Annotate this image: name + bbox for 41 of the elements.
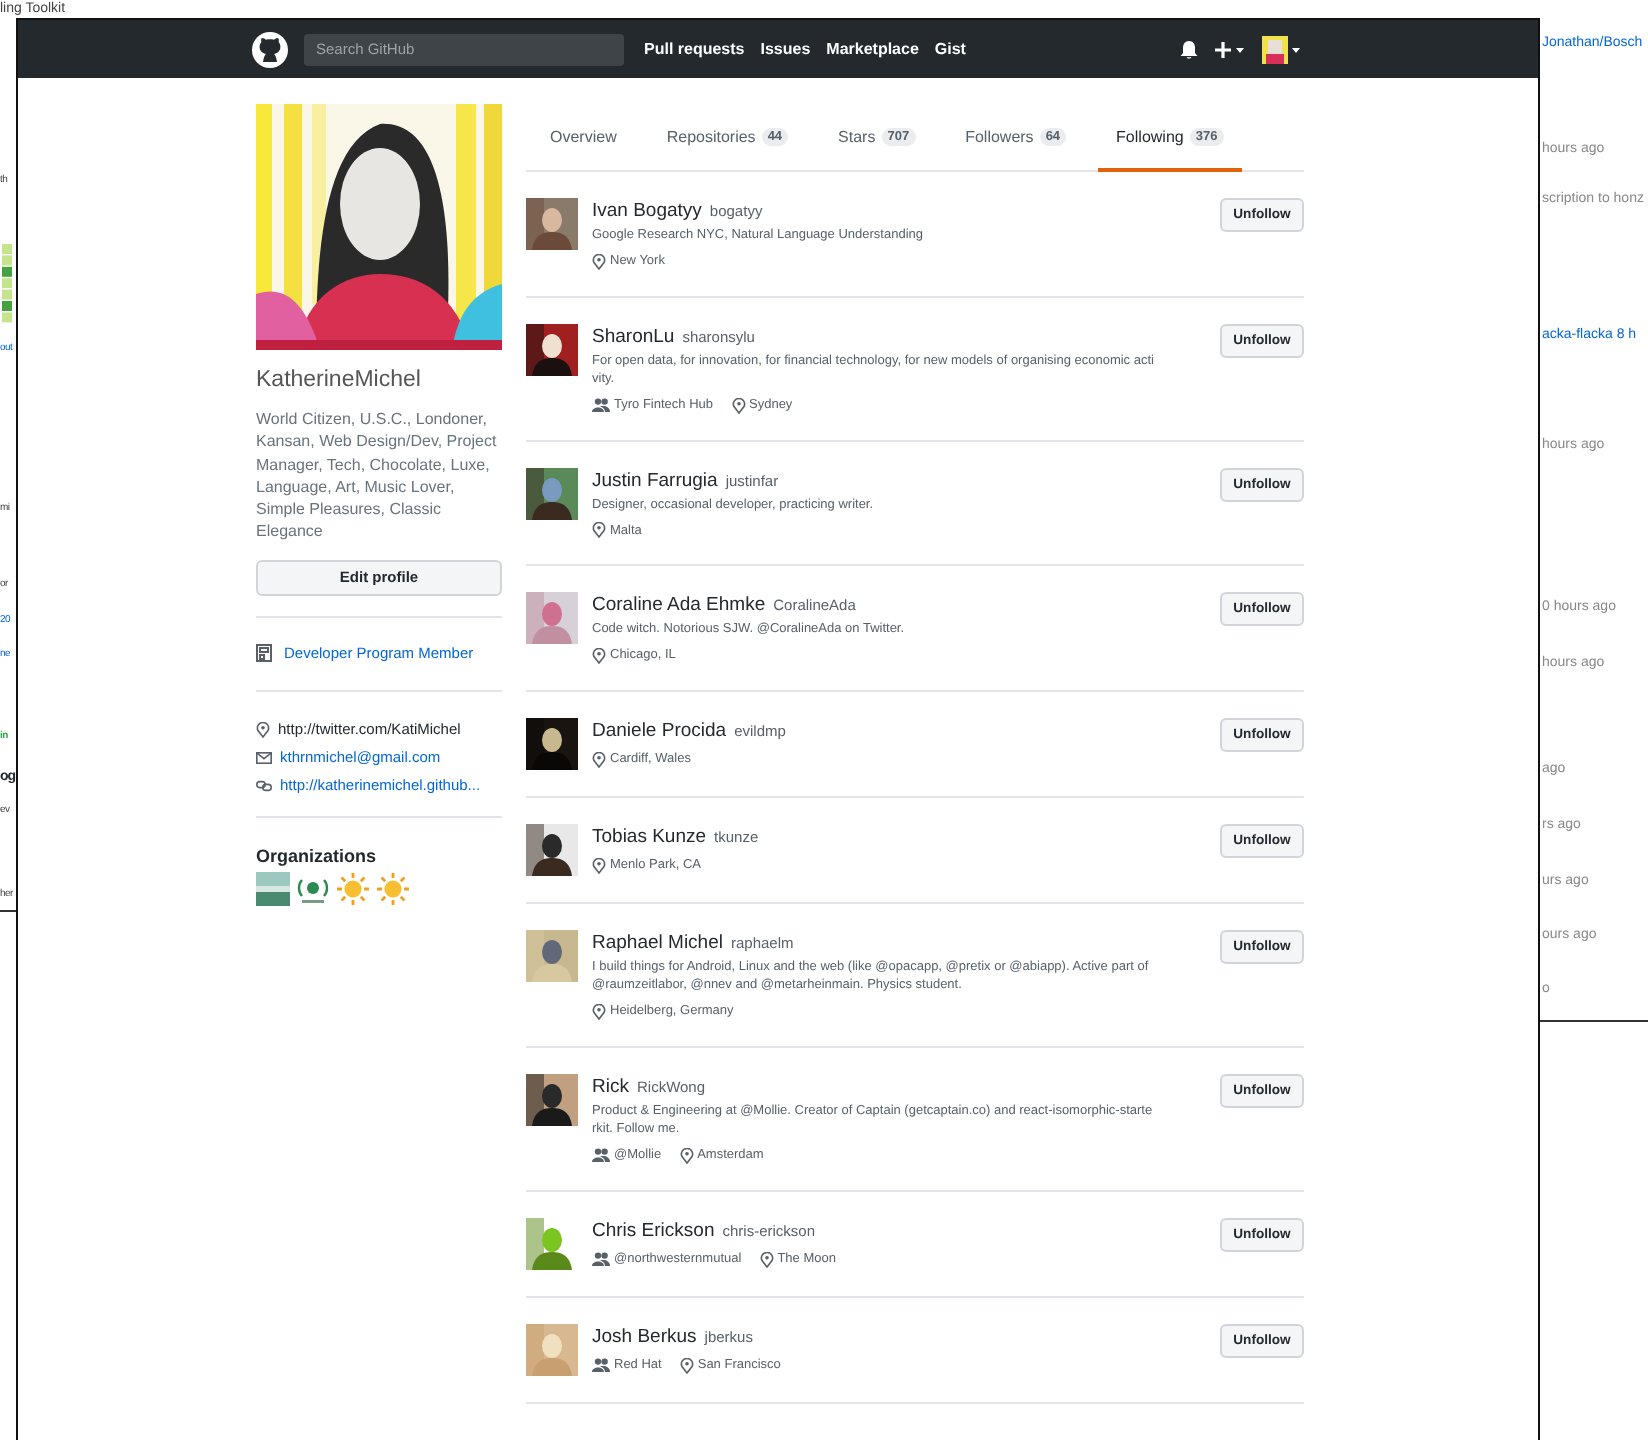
- location-pin-icon: [679, 1357, 694, 1373]
- location-pin-icon: [679, 1147, 694, 1163]
- location-pin-icon: [592, 857, 606, 873]
- people-icon: [592, 1358, 610, 1372]
- location-pin-icon: [592, 253, 606, 269]
- nav-link[interactable]: Pull requests: [644, 40, 745, 58]
- user-name-link[interactable]: SharonLu: [592, 323, 675, 349]
- user-name-link[interactable]: Raphael Michel: [592, 929, 723, 955]
- user-name-link[interactable]: Coraline Ada Ehmke: [592, 592, 766, 618]
- location-pin-icon: [592, 1003, 606, 1019]
- user-name-link[interactable]: Justin Farrugia: [592, 467, 718, 493]
- user-name-link[interactable]: Tobias Kunze: [592, 823, 707, 849]
- profile-tab[interactable]: Overview: [532, 104, 635, 172]
- location-pin-icon: [759, 1251, 774, 1267]
- location-pin-icon: [592, 522, 606, 538]
- people-icon: [592, 1148, 610, 1162]
- nav-link[interactable]: Marketplace: [826, 40, 919, 58]
- nav-link[interactable]: Gist: [934, 40, 966, 58]
- location-pin-icon: [592, 647, 606, 663]
- user-name-link[interactable]: Josh Berkus: [592, 1323, 697, 1349]
- user-name-link[interactable]: Daniele Procida: [592, 717, 727, 743]
- badge-icon: [256, 643, 272, 662]
- link-icon: [256, 779, 272, 792]
- people-icon: [592, 398, 610, 412]
- cat-logo-icon[interactable]: [252, 31, 288, 67]
- plus-dropdown-icon[interactable]: [1214, 39, 1246, 59]
- user-name-link[interactable]: Ivan Bogatyy: [592, 198, 702, 224]
- notification-bell-icon[interactable]: [1180, 39, 1198, 59]
- user-avatar-dropdown-icon[interactable]: [1262, 35, 1302, 63]
- mail-icon: [256, 751, 272, 764]
- profile-bio: World Citizen, U.S.C., Londoner, Kansan, Web Design/Dev, Project Manager, Tech, Chocolate, Luxe, Language, Art, Music Lover, Simple Pleasures, Classic Elegance: [256, 408, 499, 544]
- location-pin-icon: [256, 721, 270, 738]
- location-pin-icon: [731, 397, 745, 413]
- contribution-graph: [2, 244, 14, 324]
- people-icon: [592, 1252, 610, 1266]
- organizations-heading: Organizations: [256, 845, 379, 866]
- profile-username: KatherineMichel: [256, 366, 423, 394]
- user-name-link[interactable]: Chris Erickson: [592, 1217, 715, 1243]
- user-name-link[interactable]: Rick: [592, 1073, 629, 1099]
- nav-link[interactable]: Issues: [760, 40, 811, 58]
- location-pin-icon: [592, 751, 606, 767]
